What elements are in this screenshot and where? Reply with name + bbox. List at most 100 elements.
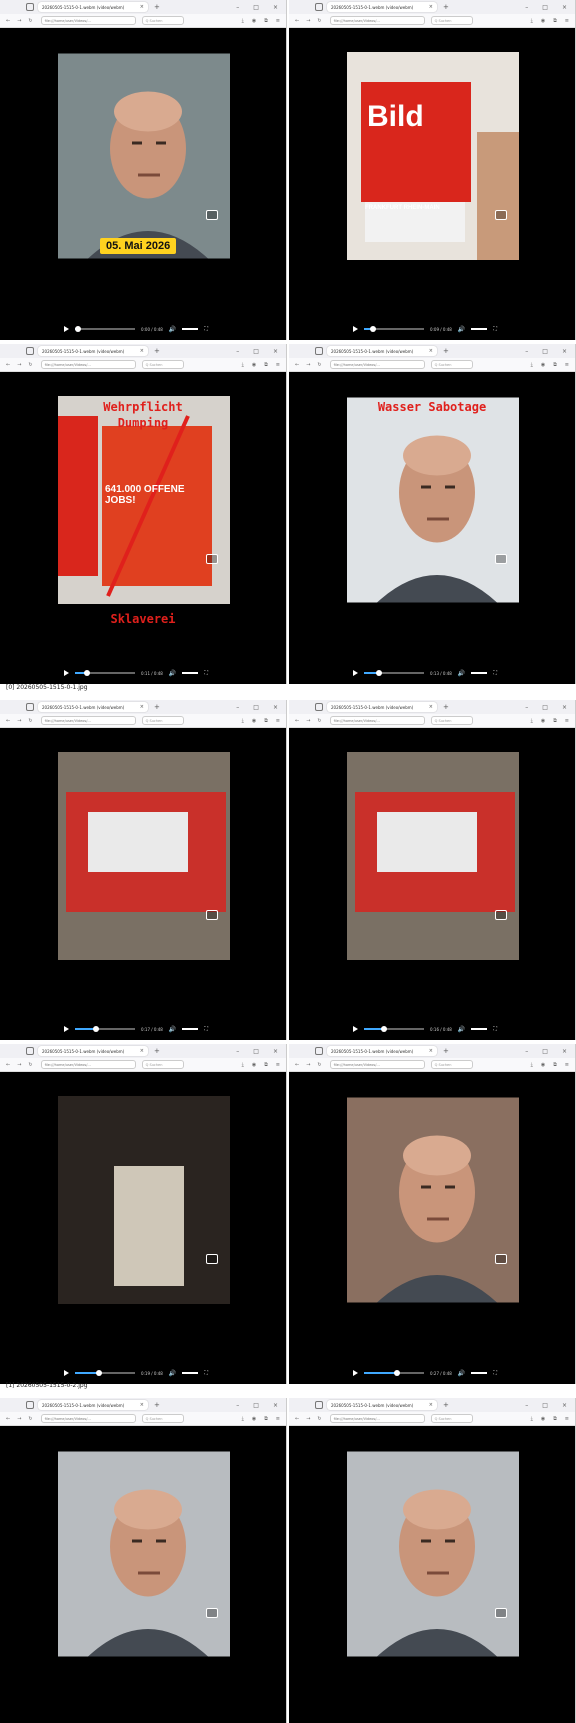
close-window-button[interactable]: ×: [273, 348, 278, 355]
play-icon[interactable]: [353, 1370, 358, 1376]
new-tab-button[interactable]: +: [154, 703, 160, 711]
browser-tab[interactable]: 20260505-1515-0-1.webm (video/webm) ×: [327, 1400, 437, 1410]
close-window-button[interactable]: ×: [562, 1048, 567, 1055]
forward-icon[interactable]: →: [17, 1062, 21, 1068]
search-input[interactable]: Q Suchen: [141, 360, 184, 369]
minimize-button[interactable]: –: [236, 348, 239, 355]
fullscreen-icon[interactable]: ⛶: [204, 670, 208, 676]
volume-slider[interactable]: [182, 328, 199, 330]
browser-tab[interactable]: 20260505-1515-0-1.webm (video/webm) ×: [327, 346, 437, 356]
forward-icon[interactable]: →: [17, 1416, 21, 1422]
reload-icon[interactable]: ↻: [28, 718, 32, 724]
search-input[interactable]: Q Suchen: [141, 16, 184, 25]
picture-in-picture-icon[interactable]: [206, 554, 218, 564]
tab-list-icon[interactable]: [26, 1047, 34, 1055]
seek-handle[interactable]: [75, 326, 81, 332]
search-input[interactable]: Q Suchen: [141, 1414, 184, 1423]
tab-list-icon[interactable]: [26, 1401, 34, 1409]
menu-icon[interactable]: ≡: [276, 1062, 280, 1068]
extensions-icon[interactable]: ⧉: [553, 362, 557, 368]
forward-icon[interactable]: →: [306, 1416, 310, 1422]
volume-icon[interactable]: 🔊: [458, 326, 465, 333]
picture-in-picture-icon[interactable]: [206, 210, 218, 220]
extensions-icon[interactable]: ⧉: [264, 1416, 268, 1422]
new-tab-button[interactable]: +: [443, 347, 449, 355]
menu-icon[interactable]: ≡: [565, 718, 569, 724]
play-icon[interactable]: [353, 670, 358, 676]
browser-tab[interactable]: 20260505-1515-0-1.webm (video/webm) ×: [327, 1046, 437, 1056]
maximize-button[interactable]: □: [542, 348, 548, 355]
minimize-button[interactable]: –: [236, 704, 239, 711]
close-tab-icon[interactable]: ×: [140, 4, 144, 10]
seek-slider[interactable]: [75, 1370, 135, 1376]
extensions-icon[interactable]: ⧉: [264, 18, 268, 24]
video-frame[interactable]: [58, 752, 230, 960]
seek-handle[interactable]: [380, 1026, 387, 1032]
download-icon[interactable]: ⤓: [531, 1062, 533, 1068]
download-icon[interactable]: ⤓: [531, 1416, 533, 1422]
reload-icon[interactable]: ↻: [28, 1062, 32, 1068]
video-frame[interactable]: [58, 52, 230, 260]
seek-slider[interactable]: [75, 326, 135, 332]
seek-handle[interactable]: [96, 1370, 102, 1376]
back-icon[interactable]: ←: [295, 1062, 299, 1068]
play-icon[interactable]: [64, 326, 69, 332]
video-frame[interactable]: [347, 752, 519, 960]
play-icon[interactable]: [64, 1026, 69, 1032]
address-bar[interactable]: file:///home/user/Videos/...: [329, 1414, 425, 1423]
extensions-icon[interactable]: ⧉: [553, 1062, 557, 1068]
close-tab-icon[interactable]: ×: [140, 1048, 144, 1054]
new-tab-button[interactable]: +: [443, 703, 449, 711]
new-tab-button[interactable]: +: [443, 1047, 449, 1055]
account-icon[interactable]: ◉: [252, 1416, 256, 1422]
fullscreen-icon[interactable]: ⛶: [493, 670, 497, 676]
search-input[interactable]: Q Suchen: [430, 360, 473, 369]
reload-icon[interactable]: ↻: [28, 1416, 32, 1422]
browser-tab[interactable]: 20260505-1515-0-1.webm (video/webm) ×: [38, 346, 148, 356]
back-icon[interactable]: ←: [295, 718, 299, 724]
seek-handle[interactable]: [84, 670, 90, 676]
close-window-button[interactable]: ×: [562, 348, 567, 355]
back-icon[interactable]: ←: [6, 1062, 10, 1068]
new-tab-button[interactable]: +: [154, 3, 160, 11]
fullscreen-icon[interactable]: ⛶: [204, 1370, 208, 1376]
volume-slider[interactable]: [182, 672, 199, 674]
extensions-icon[interactable]: ⧉: [553, 1416, 557, 1422]
picture-in-picture-icon[interactable]: [495, 210, 507, 220]
play-icon[interactable]: [353, 1026, 358, 1032]
close-tab-icon[interactable]: ×: [429, 348, 433, 354]
maximize-button[interactable]: □: [542, 1048, 548, 1055]
back-icon[interactable]: ←: [6, 1416, 10, 1422]
tab-list-icon[interactable]: [315, 1401, 323, 1409]
download-icon[interactable]: ⤓: [531, 18, 533, 24]
picture-in-picture-icon[interactable]: [495, 554, 507, 564]
download-icon[interactable]: ⤓: [242, 718, 244, 724]
new-tab-button[interactable]: +: [443, 3, 449, 11]
maximize-button[interactable]: □: [253, 1402, 259, 1409]
address-bar[interactable]: file:///home/user/Videos/...: [40, 360, 136, 369]
close-window-button[interactable]: ×: [562, 4, 567, 11]
new-tab-button[interactable]: +: [154, 1047, 160, 1055]
fullscreen-icon[interactable]: ⛶: [493, 1370, 497, 1376]
video-frame[interactable]: [347, 1450, 519, 1658]
menu-icon[interactable]: ≡: [565, 1062, 569, 1068]
new-tab-button[interactable]: +: [443, 1401, 449, 1409]
minimize-button[interactable]: –: [525, 4, 528, 11]
address-bar[interactable]: file:///home/user/Videos/...: [329, 716, 425, 725]
close-window-button[interactable]: ×: [273, 4, 278, 11]
volume-icon[interactable]: 🔊: [458, 670, 465, 677]
address-bar[interactable]: file:///home/user/Videos/...: [40, 1414, 136, 1423]
picture-in-picture-icon[interactable]: [206, 910, 218, 920]
browser-tab[interactable]: 20260505-1515-0-1.webm (video/webm) ×: [38, 2, 148, 12]
minimize-button[interactable]: –: [236, 1402, 239, 1409]
maximize-button[interactable]: □: [253, 348, 259, 355]
seek-handle[interactable]: [370, 326, 376, 332]
volume-icon[interactable]: 🔊: [169, 1370, 176, 1377]
volume-icon[interactable]: 🔊: [458, 1370, 465, 1377]
download-icon[interactable]: ⤓: [242, 362, 244, 368]
tab-list-icon[interactable]: [315, 1047, 323, 1055]
seek-slider[interactable]: [364, 1026, 424, 1032]
address-bar[interactable]: file:///home/user/Videos/...: [40, 16, 136, 25]
back-icon[interactable]: ←: [295, 18, 299, 24]
new-tab-button[interactable]: +: [154, 1401, 160, 1409]
